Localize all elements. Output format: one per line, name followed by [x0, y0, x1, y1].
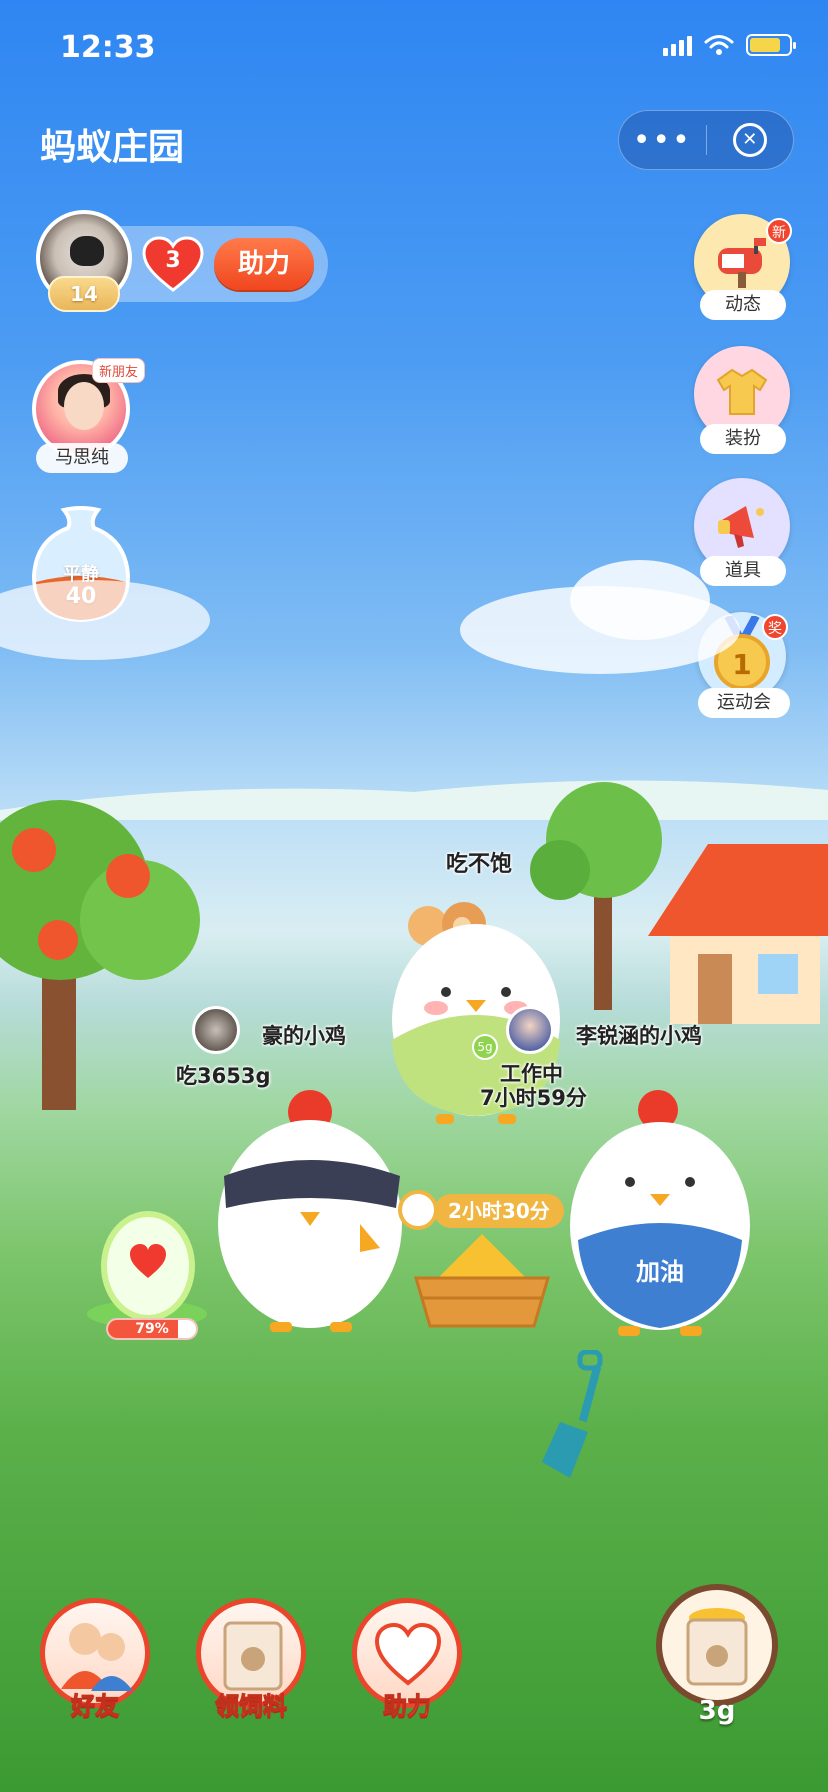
battery-icon [746, 34, 796, 56]
friend-chicken-name: 李锐涵的小鸡 [576, 1024, 702, 1048]
status-icons [663, 34, 796, 56]
help-button[interactable]: 助力 [214, 238, 314, 290]
feed-trough[interactable] [412, 1226, 552, 1332]
get-feed-label[interactable]: 领饲料 [186, 1686, 316, 1721]
feed-amount: 3g [698, 1696, 736, 1726]
close-icon: ✕ [732, 123, 767, 157]
cat-icon [70, 236, 104, 266]
wifi-icon [704, 35, 734, 55]
new-friend-tag: 新朋友 [92, 358, 146, 383]
cloud-decoration [0, 560, 828, 820]
my-avatar-small[interactable] [192, 1006, 240, 1054]
more-button[interactable]: ••• [619, 123, 706, 158]
egg-progress-label: 79% [135, 1321, 169, 1337]
friend-name[interactable]: 马思纯 [36, 443, 128, 473]
coin-icon: 5g [472, 1034, 498, 1060]
mini-program-capsule: ••• ✕ [618, 110, 794, 170]
dynamic-label[interactable]: 动态 [700, 290, 786, 320]
clock-icon [398, 1190, 438, 1230]
tshirt-icon [716, 368, 768, 415]
new-badge: 新 [766, 218, 792, 244]
friend-chicken-owner-avatar[interactable] [506, 1006, 554, 1054]
feed-bag-icon [223, 1621, 283, 1691]
farmhouse [648, 844, 828, 1024]
heart-count: 3 [165, 248, 181, 273]
level-badge: 14 [48, 276, 120, 312]
heart-icon [374, 1622, 442, 1686]
close-button[interactable]: ✕ [707, 123, 794, 157]
assist-label[interactable]: 助力 [342, 1686, 472, 1721]
megaphone-icon [718, 506, 764, 548]
my-chicken[interactable] [210, 1084, 410, 1334]
apron-text: 加油 [636, 1258, 684, 1286]
status-time: 12:33 [60, 30, 156, 65]
orange-tree [0, 800, 200, 1110]
feed-timer: 2小时30分 [434, 1194, 564, 1228]
signal-icon [663, 34, 692, 56]
egg-icon[interactable] [82, 1210, 212, 1330]
friend-chicken-apron[interactable] [560, 1086, 760, 1336]
dress-up-label[interactable]: 装扮 [700, 424, 786, 454]
shovel-icon[interactable] [536, 1350, 606, 1480]
friends-label[interactable]: 好友 [30, 1686, 160, 1721]
my-chicken-name: 豪的小鸡 [262, 1024, 346, 1048]
feed-stock-button[interactable] [656, 1584, 778, 1706]
mailbox-icon [718, 238, 766, 288]
page-title: 蚂蚁庄园 [40, 127, 185, 168]
friend-face [64, 382, 104, 430]
hungry-status: 吃不饱 [446, 852, 513, 877]
feed-stock-icon [686, 1608, 748, 1686]
